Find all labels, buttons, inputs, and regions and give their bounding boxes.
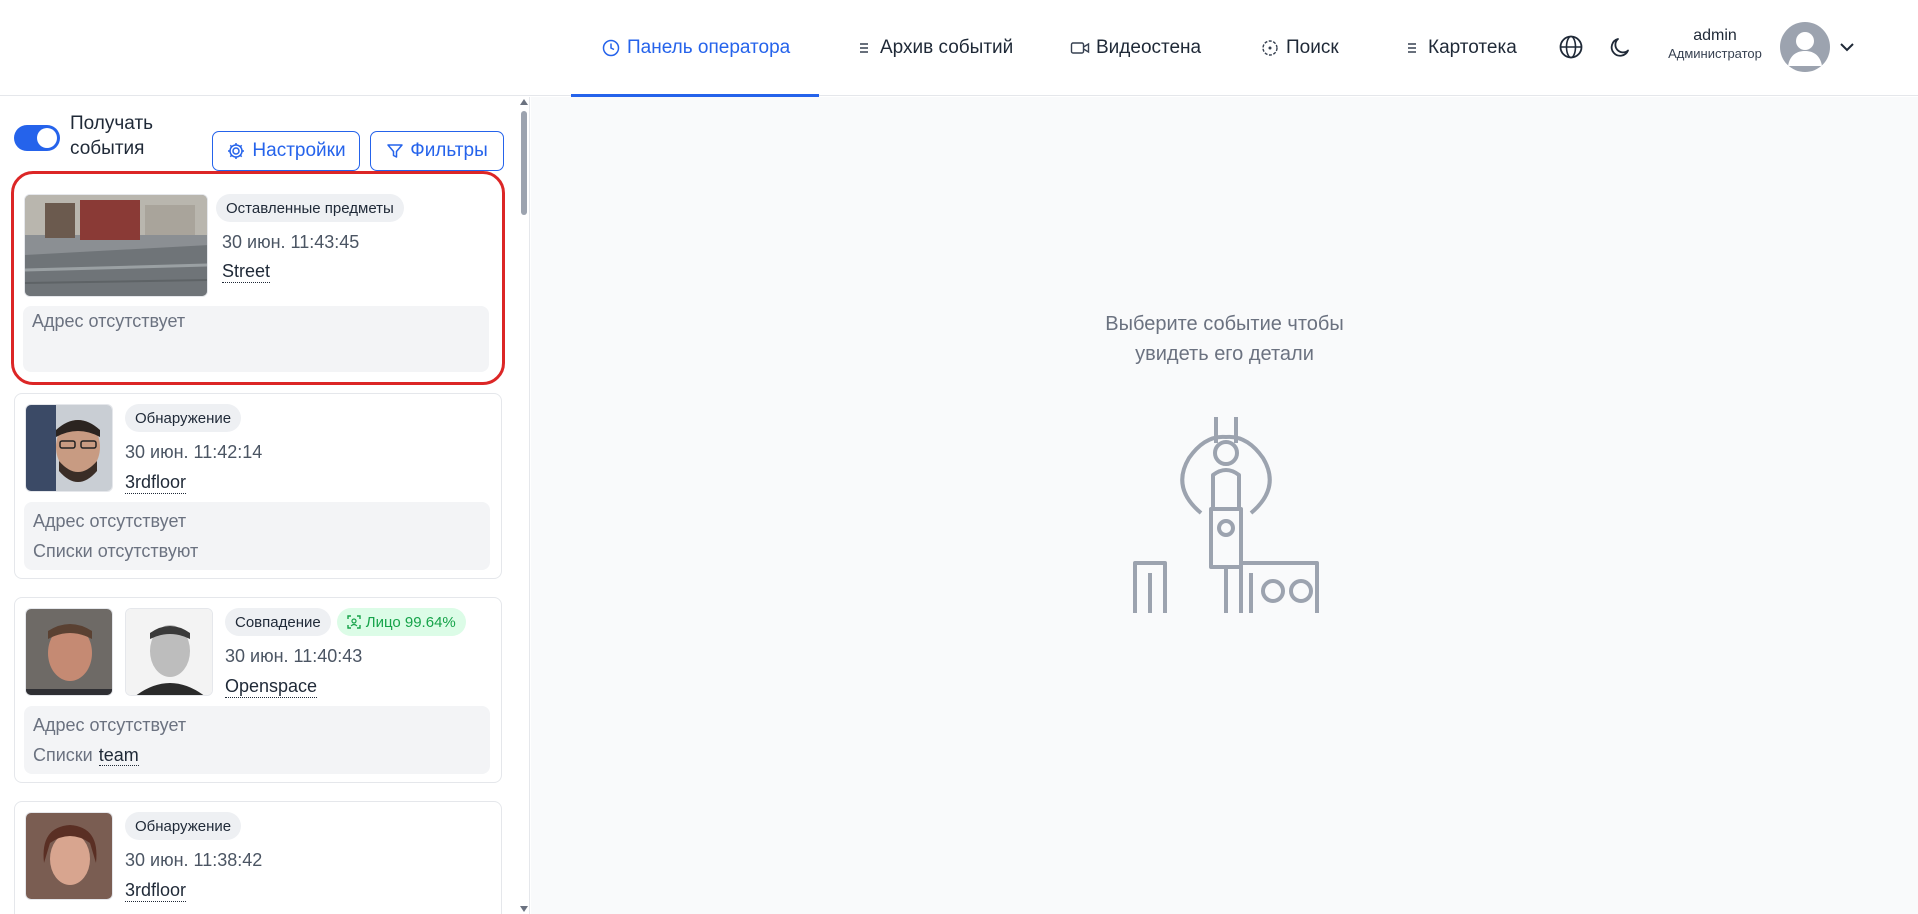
event-type-badge: Оставленные предметы [216, 194, 404, 222]
event-badges: Обнаружение [125, 812, 242, 840]
list-icon [854, 38, 874, 58]
tab-events-archive[interactable]: Архив событий [854, 0, 1068, 96]
tab-video-wall-label: Видеостена [1096, 37, 1202, 58]
empty-state-illustration-icon [1133, 417, 1319, 613]
top-header: Панель оператора Архив событий Видеостен… [0, 0, 1918, 97]
events-scrollbar[interactable] [518, 97, 529, 914]
event-time: 30 июн. 11:40:43 [225, 646, 363, 666]
user-info[interactable]: admin Администратор [1660, 26, 1770, 62]
empty-state-line-1: Выберите событие чтобы [1105, 313, 1344, 335]
event-lists-label: Списки [33, 745, 93, 765]
face-scan-icon [347, 615, 361, 629]
event-type-badge: Обнаружение [125, 404, 242, 432]
event-type-badge: Совпадение [225, 608, 331, 636]
tab-card-index[interactable]: Картотека [1402, 0, 1522, 96]
tab-search[interactable]: Поиск [1260, 0, 1350, 96]
receive-events-toggle[interactable] [14, 125, 60, 151]
face-match-badge: Лицо 99.64% [336, 608, 466, 636]
filters-button[interactable]: Фильтры [370, 131, 504, 171]
event-badges: Обнаружение [125, 404, 242, 432]
gear-icon [228, 143, 245, 159]
dark-mode-moon-icon[interactable] [1606, 32, 1636, 62]
clock-icon [601, 38, 621, 58]
user-avatar-icon [1788, 32, 1822, 66]
event-time: 30 июн. 11:38:42 [125, 850, 263, 870]
event-card[interactable]: Совпадение Лицо 99.64% 30 июн. 11:40:43 … [14, 597, 502, 783]
matched-face-thumbnail [125, 608, 213, 696]
event-lists: Списки отсутствуют [33, 541, 199, 561]
main-nav: Панель оператора Архив событий Видеостен… [571, 0, 1517, 97]
event-camera-link[interactable]: Openspace [225, 675, 318, 698]
event-card[interactable]: Обнаружение 30 июн. 11:42:14 3rdfloor Ад… [14, 393, 502, 579]
event-thumbnail [25, 404, 113, 492]
event-address: Адрес отсутствует [32, 311, 186, 331]
user-name: admin [1693, 27, 1737, 44]
event-info: Адрес отсутствует [23, 306, 489, 372]
event-card[interactable]: Оставленные предметы 30 июн. 11:43:45 St… [11, 171, 505, 385]
event-badges: Совпадение Лицо 99.64% [225, 608, 466, 636]
chevron-down-icon[interactable] [1836, 36, 1858, 58]
scroll-down-arrow[interactable] [520, 906, 528, 912]
face-match-score: Лицо 99.64% [365, 613, 456, 631]
event-info: Адрес отсутствует Списки отсутствуют [24, 502, 490, 570]
settings-button-label: Настройки [252, 140, 346, 161]
list-icon [1402, 38, 1422, 58]
event-lists: Списки team [33, 740, 481, 770]
tab-search-label: Поиск [1286, 37, 1339, 58]
event-camera-link[interactable]: Street [222, 260, 271, 283]
filter-icon [387, 144, 403, 158]
empty-state-message: Выберите событие чтобы увидеть его детал… [531, 309, 1918, 369]
event-list-link[interactable]: team [98, 745, 139, 766]
tab-video-wall[interactable]: Видеостена [1070, 0, 1210, 96]
event-camera-link[interactable]: 3rdfloor [125, 471, 187, 494]
events-toolbar: Получать события Настройки Фильтры [14, 111, 504, 171]
user-role: Администратор [1668, 46, 1762, 61]
empty-state-line-2: увидеть его детали [1135, 343, 1314, 365]
scroll-up-arrow[interactable] [520, 99, 528, 105]
event-details-panel: Выберите событие чтобы увидеть его детал… [531, 97, 1918, 914]
language-globe-icon[interactable] [1556, 32, 1586, 62]
event-time: 30 июн. 11:42:14 [125, 442, 263, 462]
settings-button[interactable]: Настройки [212, 131, 360, 171]
tab-operator-panel[interactable]: Панель оператора [571, 0, 819, 97]
tab-events-archive-label: Архив событий [880, 37, 1014, 58]
event-badges: Оставленные предметы [216, 194, 404, 222]
tab-card-index-label: Картотека [1428, 37, 1517, 58]
avatar[interactable] [1780, 22, 1830, 72]
event-time: 30 июн. 11:43:45 [222, 232, 360, 252]
receive-events-label: Получать события [70, 113, 154, 159]
tab-operator-panel-label: Панель оператора [627, 37, 791, 58]
events-panel: Получать события Настройки Фильтры Остав… [0, 97, 530, 914]
event-address: Адрес отсутствует [33, 715, 187, 735]
event-type-badge: Обнаружение [125, 812, 242, 840]
scrollbar-thumb[interactable] [521, 111, 527, 215]
event-camera-link[interactable]: 3rdfloor [125, 879, 187, 902]
event-thumbnail [25, 812, 113, 900]
event-info: Адрес отсутствует Списки team [24, 706, 490, 774]
event-thumbnail [25, 608, 113, 696]
event-card[interactable]: Обнаружение 30 июн. 11:38:42 3rdfloor [14, 801, 502, 914]
filters-button-label: Фильтры [410, 140, 488, 161]
event-address: Адрес отсутствует [33, 511, 187, 531]
target-icon [1260, 38, 1280, 58]
video-camera-icon [1070, 38, 1090, 58]
event-thumbnail [24, 194, 208, 297]
